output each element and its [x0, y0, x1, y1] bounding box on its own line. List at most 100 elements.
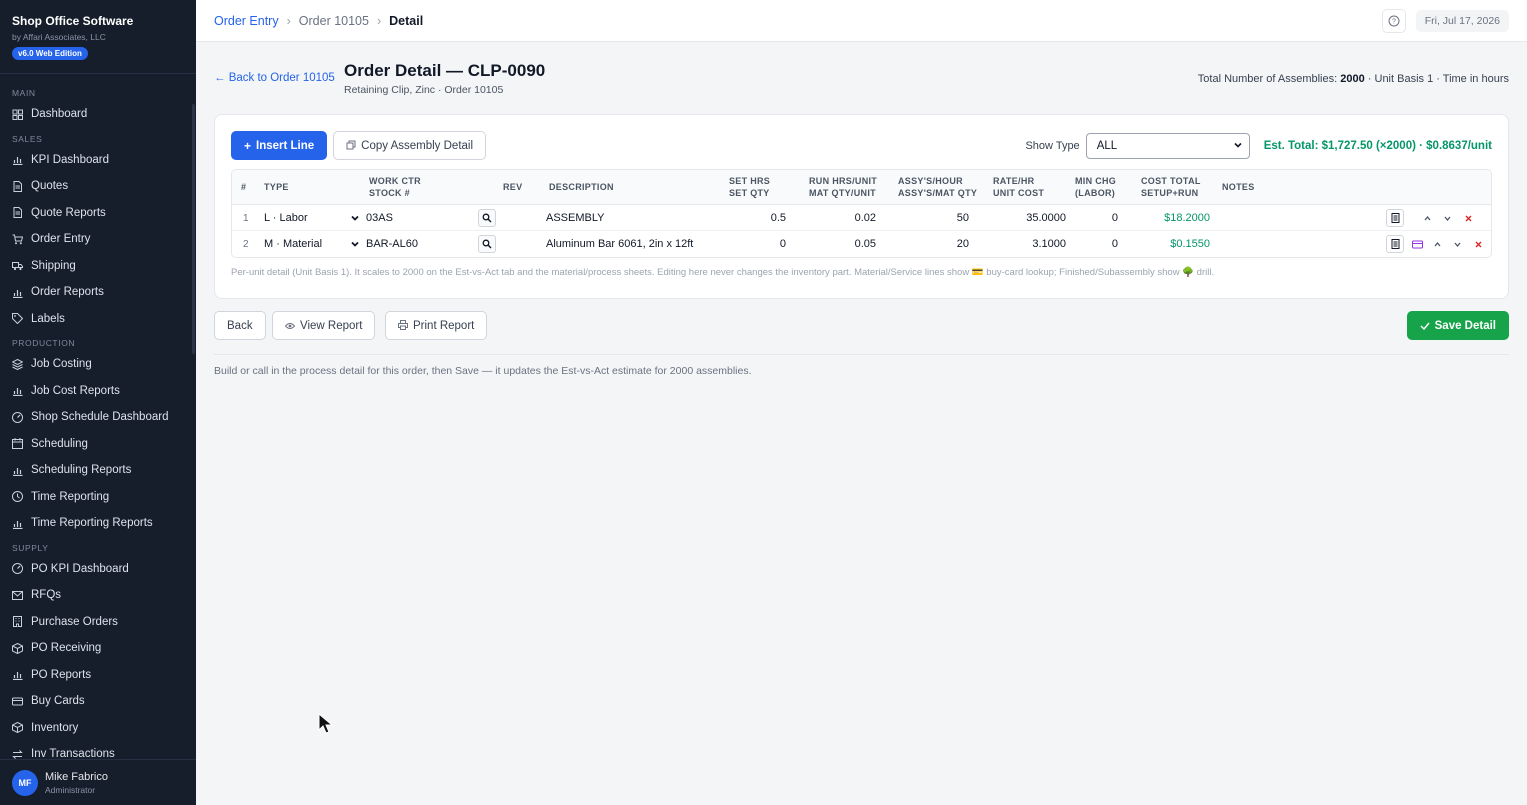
lookup-button[interactable] [478, 231, 496, 257]
col-set: SET HRS SET QTY [729, 175, 770, 199]
insert-line-button[interactable]: + Insert Line [231, 131, 328, 160]
unit-cost-input[interactable]: 3.1000 [992, 231, 1066, 257]
move-down-icon[interactable] [1450, 231, 1464, 257]
sidebar: Shop Office Software by Affari Associate… [0, 0, 196, 805]
breadcrumb-order-entry[interactable]: Order Entry [214, 14, 279, 28]
assembly-summary: Total Number of Assemblies: 2000 · Unit … [1198, 73, 1509, 85]
sidebar-item-scheduling-reports[interactable]: Scheduling Reports [0, 457, 196, 484]
box-icon [12, 722, 23, 734]
sidebar-item-time-reporting[interactable]: Time Reporting [0, 484, 196, 511]
sidebar-item-inv-transactions[interactable]: Inv Transactions [0, 741, 196, 759]
back-to-order-link[interactable]: ← Back to Order 10105 [214, 72, 335, 84]
cost-total-value: $0.1550 [1170, 238, 1210, 250]
gauge-icon [12, 563, 23, 575]
sidebar-item-kpi-dashboard[interactable]: KPI Dashboard [0, 147, 196, 174]
notes-button[interactable] [1386, 205, 1404, 231]
sidebar-item-label: RFQs [31, 589, 62, 602]
col-assy-line1: ASSY'S/HOUR [898, 176, 963, 186]
sidebar-item-po-kpi-dashboard[interactable]: PO KPI Dashboard [0, 556, 196, 583]
assys-per-mat-input[interactable]: 20 [905, 231, 969, 257]
stock-input[interactable]: BAR-AL60 [366, 231, 418, 257]
sidebar-item-dashboard[interactable]: Dashboard [0, 101, 196, 128]
col-set-line1: SET HRS [729, 176, 771, 186]
sidebar-item-purchase-orders[interactable]: Purchase Orders [0, 609, 196, 636]
rate-input[interactable]: 35.0000 [992, 205, 1066, 231]
cost-total-value: $18.2000 [1164, 212, 1210, 224]
print-report-label: Print Report [413, 319, 475, 332]
box-icon [12, 642, 23, 654]
description-input[interactable]: ASSEMBLY [546, 205, 605, 231]
save-detail-label: Save Detail [1434, 319, 1496, 332]
delete-row-icon[interactable] [1471, 231, 1485, 257]
min-chg-input[interactable]: 0 [1068, 205, 1118, 231]
nav-section-label: SALES [12, 133, 43, 144]
sidebar-item-buy-cards[interactable]: Buy Cards [0, 688, 196, 715]
assys-per-hour-input[interactable]: 50 [905, 205, 969, 231]
sidebar-item-inventory[interactable]: Inventory [0, 715, 196, 742]
lookup-button[interactable] [478, 205, 496, 231]
brand-title: Shop Office Software [12, 14, 134, 28]
sidebar-item-rfqs[interactable]: RFQs [0, 582, 196, 609]
col-run-line2: MAT QTY/UNIT [809, 188, 876, 198]
view-report-button[interactable]: View Report [272, 311, 376, 340]
delete-row-icon[interactable] [1461, 205, 1475, 231]
table-header: # TYPE WORK CTR STOCK # REV DESCRIPTION S… [232, 170, 1491, 205]
sidebar-item-labels[interactable]: Labels [0, 306, 196, 333]
col-rate-line2: UNIT COST [993, 188, 1045, 198]
sidebar-item-job-costing[interactable]: Job Costing [0, 351, 196, 378]
svg-text:?: ? [1392, 18, 1396, 25]
show-type-select[interactable]: ALL [1085, 132, 1250, 159]
chart-icon [12, 518, 23, 529]
printer-icon [398, 319, 408, 333]
breadcrumb-order[interactable]: Order 10105 [299, 14, 369, 28]
type-select[interactable]: L · Labor [264, 205, 360, 231]
sidebar-item-order-reports[interactable]: Order Reports [0, 279, 196, 306]
description-input[interactable]: Aluminum Bar 6061, 2in x 12ft [546, 231, 693, 257]
notes-button[interactable] [1386, 231, 1404, 257]
min-chg-input[interactable]: 0 [1068, 231, 1118, 257]
buy-card-icon[interactable] [1410, 231, 1424, 257]
sidebar-item-label: Scheduling Reports [31, 464, 132, 477]
work-ctr-input[interactable]: 03AS [366, 205, 393, 231]
move-down-icon[interactable] [1440, 205, 1454, 231]
swap-icon [12, 749, 23, 759]
user-role: Administrator [45, 784, 96, 795]
page-title: Order Detail — CLP-0090 [344, 61, 546, 80]
copy-assembly-detail-button[interactable]: Copy Assembly Detail [333, 131, 487, 160]
print-report-button[interactable]: Print Report [385, 311, 488, 340]
detail-toolbar: + Insert Line Copy Assembly Detail Show … [231, 131, 1492, 160]
sidebar-item-order-entry[interactable]: Order Entry [0, 226, 196, 253]
sidebar-item-shipping[interactable]: Shipping [0, 253, 196, 280]
sidebar-item-scheduling[interactable]: Scheduling [0, 431, 196, 458]
sidebar-item-label: Order Reports [31, 286, 104, 299]
run-hrs-input[interactable]: 0.02 [812, 205, 876, 231]
sidebar-item-time-reporting-reports[interactable]: Time Reporting Reports [0, 510, 196, 537]
copy-assembly-detail-label: Copy Assembly Detail [361, 139, 474, 152]
sidebar-item-quotes[interactable]: Quotes [0, 173, 196, 200]
brand-subtitle: by Affari Associates, LLC [12, 32, 106, 42]
sidebar-item-po-receiving[interactable]: PO Receiving [0, 635, 196, 662]
sidebar-scrollbar[interactable] [192, 104, 195, 354]
tag-icon [12, 313, 23, 325]
move-up-icon[interactable] [1430, 231, 1444, 257]
help-icon[interactable]: ? [1381, 8, 1406, 33]
mat-qty-input[interactable]: 0.05 [812, 231, 876, 257]
set-hrs-input[interactable]: 0.5 [722, 205, 786, 231]
sidebar-item-label: Shop Schedule Dashboard [31, 411, 169, 424]
sidebar-item-shop-schedule-dashboard[interactable]: Shop Schedule Dashboard [0, 404, 196, 431]
show-type-filter: Show Type ALL [1025, 132, 1250, 159]
sidebar-item-quote-reports[interactable]: Quote Reports [0, 200, 196, 227]
chart-icon [12, 669, 23, 681]
move-up-icon[interactable] [1420, 205, 1434, 231]
back-button[interactable]: Back [214, 311, 266, 340]
set-qty-input[interactable]: 0 [722, 231, 786, 257]
sidebar-item-job-cost-reports[interactable]: Job Cost Reports [0, 378, 196, 405]
show-type-label: Show Type [1025, 139, 1080, 152]
sidebar-item-po-reports[interactable]: PO Reports [0, 662, 196, 689]
nav-section-label: MAIN [12, 88, 36, 98]
breadcrumb-separator-icon: › [286, 13, 291, 28]
user-profile[interactable]: MF Mike Fabrico Administrator [0, 759, 196, 805]
type-select[interactable]: M · Material [264, 231, 360, 257]
save-detail-button[interactable]: Save Detail [1406, 311, 1509, 340]
doc-icon [12, 207, 23, 219]
